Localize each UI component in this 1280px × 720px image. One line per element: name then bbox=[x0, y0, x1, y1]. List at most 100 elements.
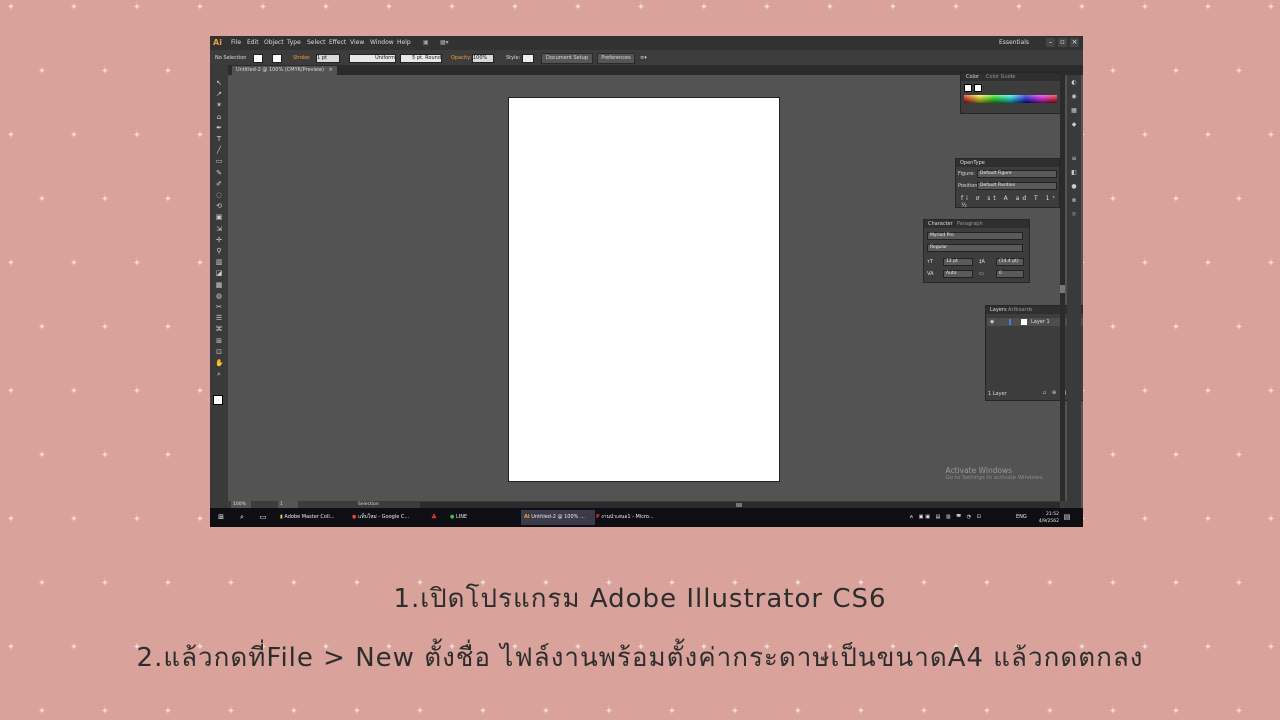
tracking-field[interactable]: 0 bbox=[996, 270, 1024, 278]
system-tray-icons[interactable]: ጰ ▣▣ ▤ ▥ ◚ ◔ ⊡ bbox=[910, 510, 983, 525]
fill-stroke-swatches[interactable] bbox=[213, 395, 223, 405]
document-tab[interactable]: Untitled-2 @ 100% (CMYK/Preview) × bbox=[232, 66, 337, 75]
document-setup-button[interactable]: Document Setup bbox=[541, 53, 593, 64]
fill-color-icon[interactable] bbox=[964, 84, 972, 92]
dock-panel-icon[interactable]: ☼ bbox=[1070, 211, 1078, 218]
tab-paragraph[interactable]: Paragraph bbox=[954, 220, 986, 228]
kerning-field[interactable]: Auto bbox=[943, 270, 973, 278]
search-icon[interactable]: ⌕ bbox=[238, 513, 246, 521]
tool-icon[interactable]: ◪ bbox=[215, 269, 223, 277]
tool-icon[interactable]: ✂ bbox=[215, 303, 223, 311]
stroke-color-icon[interactable] bbox=[974, 84, 982, 92]
tool-icon[interactable]: ▭ bbox=[215, 157, 223, 165]
menu-window[interactable]: Window bbox=[370, 36, 394, 50]
stroke-swatch[interactable] bbox=[272, 54, 282, 63]
leading-field[interactable]: (14.4 pt) bbox=[996, 258, 1024, 266]
fill-swatch[interactable] bbox=[253, 54, 263, 63]
bridge-icon[interactable]: ▣ bbox=[423, 36, 429, 50]
opacity-label[interactable]: Opacity: bbox=[451, 54, 472, 62]
preferences-button[interactable]: Preferences bbox=[597, 53, 635, 64]
dock-panel-icon[interactable]: ◐ bbox=[1070, 79, 1078, 86]
taskbar-item-line[interactable]: ● LINE bbox=[450, 510, 516, 525]
pinned-app-icon[interactable]: ♣ bbox=[430, 513, 438, 521]
tool-icon[interactable]: ▣ bbox=[215, 213, 223, 221]
menu-type[interactable]: Type bbox=[287, 36, 301, 50]
close-button[interactable]: × bbox=[1070, 38, 1079, 47]
layer-name[interactable]: Layer 1 bbox=[1031, 318, 1050, 326]
tab-color-guide[interactable]: Color Guide bbox=[983, 73, 1018, 81]
position-dropdown[interactable]: Default Position bbox=[977, 182, 1057, 190]
dock-panel-icon[interactable]: ⊗ bbox=[1070, 197, 1078, 204]
vertical-scrollbar[interactable] bbox=[1060, 75, 1065, 501]
windows-start-icon[interactable]: ⊞ bbox=[217, 513, 225, 521]
tool-icon[interactable]: ⟲ bbox=[215, 202, 223, 210]
taskbar-item-powerpoint[interactable]: P งานนำเสนอ1 - Micro... bbox=[596, 510, 666, 525]
tab-color[interactable]: Color bbox=[963, 73, 982, 81]
artboard[interactable] bbox=[508, 97, 780, 482]
tool-icon[interactable]: ✎ bbox=[215, 169, 223, 177]
tool-icon[interactable]: ▦ bbox=[215, 281, 223, 289]
tool-icon[interactable]: ╱ bbox=[215, 146, 223, 154]
tool-icon[interactable]: ✢ bbox=[215, 236, 223, 244]
color-spectrum[interactable] bbox=[964, 95, 1057, 103]
tool-icon[interactable]: ✒ bbox=[215, 124, 223, 132]
stroke-weight-field[interactable]: 1 pt bbox=[316, 54, 340, 63]
font-size-field[interactable]: 12 pt bbox=[943, 258, 973, 266]
clock[interactable]: 21:52 4/9/2562 bbox=[1039, 511, 1059, 525]
opacity-field[interactable]: 100% bbox=[472, 54, 494, 63]
arrange-documents-icon[interactable]: ▦▾ bbox=[440, 36, 449, 50]
tool-icon[interactable]: ✐ bbox=[215, 180, 223, 188]
dock-panel-icon[interactable]: ◧ bbox=[1070, 169, 1078, 176]
graphic-style-swatch[interactable] bbox=[522, 54, 534, 63]
zoom-field[interactable]: 100% bbox=[231, 501, 251, 508]
tool-icon[interactable]: ⌘ bbox=[215, 325, 223, 333]
stroke-label[interactable]: Stroke: bbox=[293, 54, 311, 62]
menu-help[interactable]: Help bbox=[397, 36, 411, 50]
brush-definition[interactable]: 5 pt. Round bbox=[400, 54, 442, 63]
menu-object[interactable]: Object bbox=[264, 36, 284, 50]
taskbar-item-adobe-master[interactable]: ▮ Adobe Master Coll... bbox=[280, 510, 346, 525]
taskbar-item-chrome[interactable]: ● แท็บใหม่ - Google C... bbox=[352, 510, 418, 525]
tab-opentype[interactable]: OpenType bbox=[957, 159, 988, 167]
tool-icon[interactable]: ⊡ bbox=[215, 348, 223, 356]
tool-icon[interactable]: ⚲ bbox=[215, 247, 223, 255]
minimize-button[interactable]: – bbox=[1046, 38, 1055, 47]
control-menu-icon[interactable]: ≡▾ bbox=[640, 54, 647, 62]
artboard-navigator[interactable]: 1 bbox=[278, 501, 298, 508]
menu-select[interactable]: Select bbox=[307, 36, 326, 50]
dock-panel-icon[interactable]: ◉ bbox=[1070, 93, 1078, 100]
restore-button[interactable]: ▫ bbox=[1058, 38, 1067, 47]
tool-icon[interactable]: ↗ bbox=[215, 90, 223, 98]
tool-icon[interactable]: T bbox=[215, 135, 223, 143]
menu-edit[interactable]: Edit bbox=[247, 36, 259, 50]
workspace-switcher[interactable]: Essentials bbox=[999, 36, 1029, 50]
tool-icon[interactable]: ⇲ bbox=[215, 225, 223, 233]
tab-character[interactable]: Character bbox=[925, 220, 956, 228]
font-family-dropdown[interactable]: Myriad Pro bbox=[927, 232, 1023, 240]
language-indicator[interactable]: ENG bbox=[1016, 510, 1027, 525]
dock-panel-icon[interactable]: ◆ bbox=[1070, 121, 1078, 128]
tab-artboards[interactable]: Artboards bbox=[1005, 306, 1035, 314]
task-view-icon[interactable]: ▭ bbox=[259, 513, 267, 521]
tool-icon[interactable]: ⌂ bbox=[215, 113, 223, 121]
horizontal-scroll-thumb[interactable] bbox=[736, 503, 742, 507]
dock-panel-icon[interactable]: ▦ bbox=[1070, 107, 1078, 114]
opentype-feature-icons[interactable]: fi ơ st A ad T 1ˢ ½ bbox=[961, 195, 1059, 209]
menu-file[interactable]: File bbox=[231, 36, 241, 50]
menu-effect[interactable]: Effect bbox=[329, 36, 346, 50]
figure-dropdown[interactable]: Default Figure bbox=[977, 170, 1057, 178]
tool-icon[interactable]: ⌕ bbox=[215, 370, 223, 378]
vertical-scroll-thumb[interactable] bbox=[1060, 285, 1065, 293]
menu-view[interactable]: View bbox=[350, 36, 364, 50]
notification-icon[interactable]: ▤ bbox=[1063, 513, 1071, 521]
document-tab-close[interactable]: × bbox=[329, 67, 333, 73]
font-style-dropdown[interactable]: Regular bbox=[927, 244, 1023, 252]
tool-icon[interactable]: ✋ bbox=[215, 359, 224, 367]
dock-panel-icon[interactable]: ≡ bbox=[1070, 155, 1078, 162]
dock-panel-icon[interactable]: ● bbox=[1070, 183, 1078, 190]
tool-icon[interactable]: ▥ bbox=[215, 258, 223, 266]
tool-icon[interactable]: ↖ bbox=[215, 79, 223, 87]
variable-width-profile[interactable]: Uniform bbox=[349, 54, 396, 63]
tool-icon[interactable]: ◌ bbox=[215, 191, 223, 199]
taskbar-item-illustrator[interactable]: Ai Untitled-2 @ 100% ... bbox=[521, 510, 595, 525]
